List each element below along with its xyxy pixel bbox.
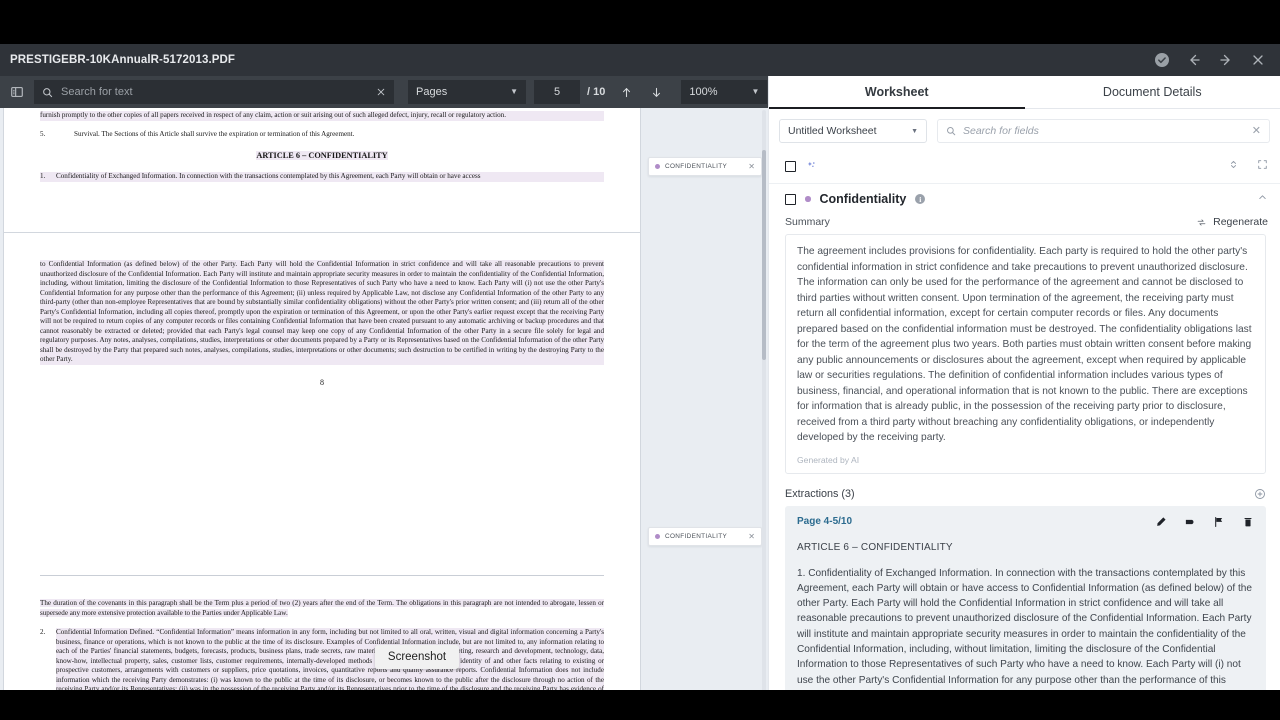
- zoom-dropdown[interactable]: 100% ▼: [681, 80, 768, 104]
- extractions-header: Extractions (3): [769, 474, 1280, 506]
- select-all-checkbox[interactable]: [785, 160, 796, 172]
- pdf-search-box[interactable]: [34, 80, 394, 104]
- window-titlebar: PRESTIGEBR-10KAnnualR-5172013.PDF: [0, 44, 1280, 76]
- screen-bottom-letterbox: [0, 690, 1280, 720]
- chevron-up-icon[interactable]: [1257, 192, 1268, 206]
- clear-field-search-icon[interactable]: ✕: [1252, 125, 1261, 137]
- annotation-color-dot: [655, 164, 660, 169]
- chevron-down-icon: ▼: [510, 87, 518, 96]
- summary-label: Summary: [785, 216, 830, 228]
- app-window: PRESTIGEBR-10KAnnualR-5172013.PDF Search…: [0, 0, 1280, 720]
- previous-page-icon[interactable]: [617, 81, 635, 103]
- panel-tabs: Worksheet Document Details: [769, 76, 1280, 109]
- tab-document-details-label: Document Details: [1102, 85, 1202, 99]
- check-circle-icon[interactable]: [1154, 52, 1170, 68]
- sidebar-toggle-icon[interactable]: [6, 81, 28, 103]
- page-number-input[interactable]: [534, 86, 580, 98]
- document-title: PRESTIGEBR-10KAnnualR-5172013.PDF: [10, 54, 236, 66]
- pdf-search-input[interactable]: [61, 86, 368, 98]
- regenerate-button[interactable]: Regenerate: [1196, 216, 1268, 228]
- regenerate-icon: [1197, 218, 1206, 226]
- panel-filter-row: Untitled Worksheet ▼ ✕: [769, 109, 1280, 151]
- search-icon: [946, 126, 956, 136]
- pages-dropdown-label: Pages: [416, 86, 448, 98]
- pdf-item-1: 1. Confidentiality of Exchanged Informat…: [40, 172, 604, 182]
- pdf-paragraph-tail: furnish promptly to the other copies of …: [40, 111, 604, 121]
- annotation-label: CONFIDENTIALITY: [665, 533, 728, 540]
- annotation-chip[interactable]: CONFIDENTIALITY ✕: [648, 157, 762, 176]
- tab-worksheet[interactable]: Worksheet: [769, 76, 1025, 109]
- info-icon[interactable]: i: [915, 194, 926, 204]
- tab-worksheet-label: Worksheet: [864, 85, 929, 99]
- pdf-toolbar: Pages ▼ / 10 100% ▼: [0, 76, 795, 108]
- expand-all-icon[interactable]: [1257, 157, 1268, 175]
- screenshot-tooltip: Screenshot: [375, 645, 459, 669]
- extraction-card[interactable]: Page 4-5/10 ARTICLE 6 – CONFIDENTIALITY …: [785, 505, 1266, 698]
- forward-arrow-icon[interactable]: [1218, 52, 1234, 68]
- annotation-close-icon[interactable]: ✕: [748, 532, 755, 541]
- field-checkbox[interactable]: [785, 193, 796, 205]
- clear-search-icon[interactable]: [376, 87, 386, 97]
- pdf-duration-paragraph: The duration of the covenants in this pa…: [40, 599, 604, 617]
- generated-by-label: Generated by AI: [797, 454, 860, 465]
- field-color-dot: [805, 196, 811, 202]
- summary-header: Summary Regenerate: [769, 214, 1280, 234]
- page-total-label: / 10: [587, 86, 606, 98]
- annotation-color-dot: [655, 534, 660, 539]
- chevron-down-icon: ▼: [911, 127, 918, 135]
- extraction-card-actions: [1155, 516, 1254, 528]
- next-page-icon[interactable]: [647, 81, 665, 103]
- annotation-chip[interactable]: CONFIDENTIALITY ✕: [648, 527, 762, 546]
- pdf-item-5-number: 5.: [40, 129, 46, 138]
- tab-document-details[interactable]: Document Details: [1025, 76, 1280, 108]
- pdf-page-footer-number: 8: [320, 377, 324, 387]
- pdf-page-5: to Confidential Information (as defined …: [3, 232, 641, 720]
- back-arrow-icon[interactable]: [1186, 52, 1202, 68]
- search-icon: [42, 87, 53, 98]
- pdf-item-5: 5. Survival. The Sections of this Articl…: [40, 130, 604, 140]
- pdf-viewer-canvas[interactable]: furnish promptly to the other copies of …: [0, 108, 768, 720]
- tag-icon[interactable]: [1184, 516, 1196, 528]
- regenerate-label: Regenerate: [1213, 216, 1268, 228]
- screen-top-letterbox: [0, 0, 1280, 44]
- trash-icon[interactable]: [1242, 516, 1254, 528]
- sort-icon[interactable]: [1228, 157, 1239, 175]
- pdf-section-divider: [40, 575, 604, 576]
- pdf-scrollbar-thumb[interactable]: [762, 150, 766, 360]
- right-panel: Worksheet Document Details Untitled Work…: [768, 76, 1280, 720]
- field-search-input[interactable]: [963, 125, 1245, 137]
- panel-toolbar-actions: [1228, 157, 1268, 175]
- field-row-confidentiality[interactable]: Confidentiality i: [769, 184, 1280, 214]
- pdf-item-1-text: Confidentiality of Exchanged Information…: [56, 172, 481, 181]
- flag-icon[interactable]: [1213, 516, 1225, 528]
- extraction-body: 1. Confidentiality of Exchanged Informat…: [797, 567, 1253, 698]
- annotation-close-icon[interactable]: ✕: [748, 162, 755, 171]
- panel-toolbar: [769, 151, 1280, 184]
- summary-text: The agreement includes provisions for co…: [797, 246, 1252, 443]
- close-icon[interactable]: [1250, 52, 1266, 68]
- add-extraction-icon[interactable]: [1254, 488, 1266, 500]
- pdf-paragraph-continued: to Confidential Information (as defined …: [40, 260, 604, 365]
- chevron-down-icon: ▼: [751, 87, 760, 96]
- window-actions: [1154, 52, 1270, 68]
- extraction-title: ARTICLE 6 – CONFIDENTIALITY: [797, 541, 953, 553]
- extractions-heading: Extractions (3): [785, 487, 855, 500]
- annotation-label: CONFIDENTIALITY: [665, 163, 728, 170]
- edit-icon[interactable]: [1155, 516, 1167, 528]
- pdf-item-5-text: Survival. The Sections of this Article s…: [74, 129, 355, 138]
- zoom-level-label: 100%: [689, 86, 718, 98]
- extraction-card-header: Page 4-5/10: [797, 516, 1254, 528]
- sparkle-icon[interactable]: [806, 160, 818, 172]
- worksheet-select[interactable]: Untitled Worksheet ▼: [779, 119, 927, 143]
- field-search-box[interactable]: ✕: [937, 119, 1270, 143]
- summary-box: The agreement includes provisions for co…: [785, 234, 1266, 474]
- page-number-field[interactable]: [534, 80, 580, 104]
- worksheet-select-label: Untitled Worksheet: [788, 125, 877, 137]
- field-name-label: Confidentiality: [819, 192, 907, 206]
- pdf-article-heading: ARTICLE 6 – CONFIDENTIALITY: [256, 151, 388, 160]
- extraction-page-reference[interactable]: Page 4-5/10: [797, 516, 852, 527]
- pages-dropdown[interactable]: Pages ▼: [408, 80, 526, 104]
- pdf-item-1-number: 1.: [40, 172, 46, 181]
